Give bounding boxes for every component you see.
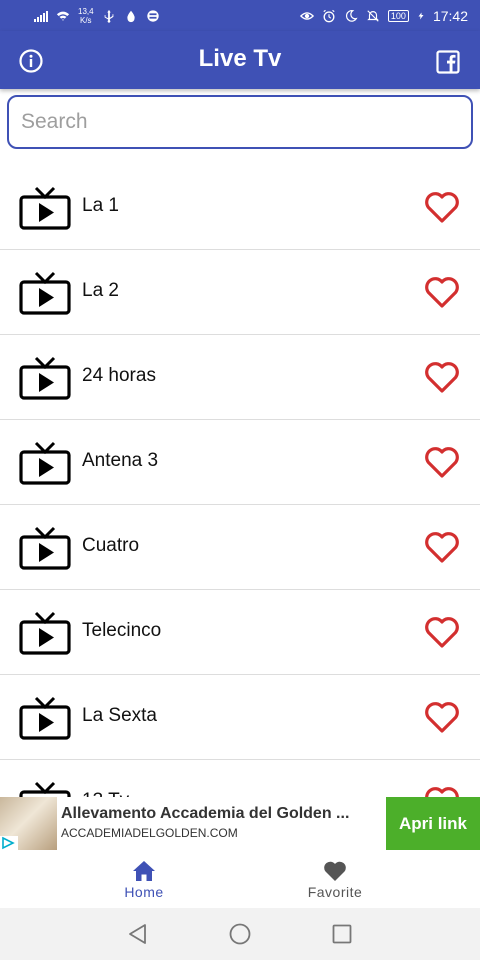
channel-row[interactable]: La Sexta (0, 675, 480, 760)
nav-home-label: Home (124, 884, 164, 900)
channel-name: 13 Tv (82, 790, 129, 797)
home-circle-icon[interactable] (228, 922, 252, 946)
channel-row[interactable]: La 2 (0, 250, 480, 335)
search-box (7, 95, 473, 149)
home-icon (133, 861, 155, 881)
favorite-heart-icon[interactable] (423, 615, 461, 649)
clock: 17:42 (432, 7, 468, 24)
back-icon[interactable] (126, 922, 150, 946)
status-right: 100 17:42 (299, 7, 468, 24)
ad-domain: ACCADEMIADELGOLDEN.COM (61, 826, 238, 840)
favorite-heart-icon[interactable] (423, 785, 461, 797)
heart-icon (324, 861, 346, 881)
ad-title[interactable]: Allevamento Accademia del Golden ... (61, 805, 382, 823)
adchoices-icon[interactable] (0, 836, 18, 850)
channel-list[interactable]: La 1 La 2 24 horas Antena 3 Cuatro Telec… (0, 165, 480, 797)
favorite-heart-icon[interactable] (423, 530, 461, 564)
nav-favorite[interactable]: Favorite (275, 850, 395, 908)
bottom-nav: Home Favorite (0, 850, 480, 908)
tv-icon (19, 441, 71, 485)
usb-icon (104, 9, 113, 23)
nav-favorite-label: Favorite (307, 884, 363, 900)
channel-row[interactable]: Cuatro (0, 505, 480, 590)
ad-image[interactable] (0, 797, 57, 850)
status-bar: 13,4 K/s 100 17:42 (0, 0, 480, 31)
channel-row[interactable]: Telecinco (0, 590, 480, 675)
net-speed-value: 13,4 (78, 6, 94, 16)
alarm-icon (323, 9, 335, 22)
tv-icon (19, 271, 71, 315)
eye-icon (299, 11, 314, 20)
ad-banner[interactable]: Allevamento Accademia del Golden ... ACC… (0, 797, 480, 850)
wifi-icon (56, 11, 70, 21)
favorite-heart-icon[interactable] (423, 190, 461, 224)
facebook-icon[interactable] (436, 50, 460, 74)
favorite-heart-icon[interactable] (423, 360, 461, 394)
channel-row[interactable]: Antena 3 (0, 420, 480, 505)
channel-name: 24 horas (82, 365, 156, 386)
net-speed-unit: K/s (80, 15, 92, 25)
battery-level: 100 (390, 10, 406, 21)
app-bar: Live Tv (0, 31, 480, 89)
battery-icon: 100 (387, 9, 409, 22)
drop-icon (126, 10, 135, 22)
channel-row[interactable]: 24 horas (0, 335, 480, 420)
tv-icon (19, 696, 71, 740)
favorite-heart-icon[interactable] (423, 700, 461, 734)
channel-name: Antena 3 (82, 450, 159, 471)
tv-icon (19, 611, 71, 655)
nav-home[interactable]: Home (84, 850, 204, 908)
channel-name: Telecinco (82, 620, 162, 641)
ad-text[interactable]: Allevamento Accademia del Golden ... ACC… (57, 797, 386, 850)
channel-row[interactable]: La 1 (0, 165, 480, 250)
tv-icon (19, 526, 71, 570)
channel-name: La 2 (82, 280, 119, 301)
status-left: 13,4 K/s (34, 7, 160, 25)
search-input[interactable] (9, 97, 471, 147)
favorite-heart-icon[interactable] (423, 275, 461, 309)
tv-icon (19, 781, 71, 797)
charging-icon (418, 12, 424, 19)
recent-apps-icon[interactable] (330, 922, 354, 946)
net-speed: 13,4 K/s (78, 7, 94, 25)
tv-icon (19, 356, 71, 400)
favorite-heart-icon[interactable] (423, 445, 461, 479)
bell-off-icon (367, 9, 379, 22)
tv-icon (19, 186, 71, 230)
channel-name: La 1 (82, 195, 119, 216)
channel-name: La Sexta (82, 705, 157, 726)
channel-row[interactable]: 13 Tv (0, 760, 480, 797)
signal-icon (34, 10, 48, 22)
page-title: Live Tv (198, 45, 282, 72)
system-nav-bar (0, 908, 480, 960)
app-notification-icon (146, 9, 159, 22)
moon-icon (345, 9, 358, 22)
channel-name: Cuatro (82, 535, 140, 556)
ad-open-link-button[interactable]: Apri link (386, 797, 480, 850)
